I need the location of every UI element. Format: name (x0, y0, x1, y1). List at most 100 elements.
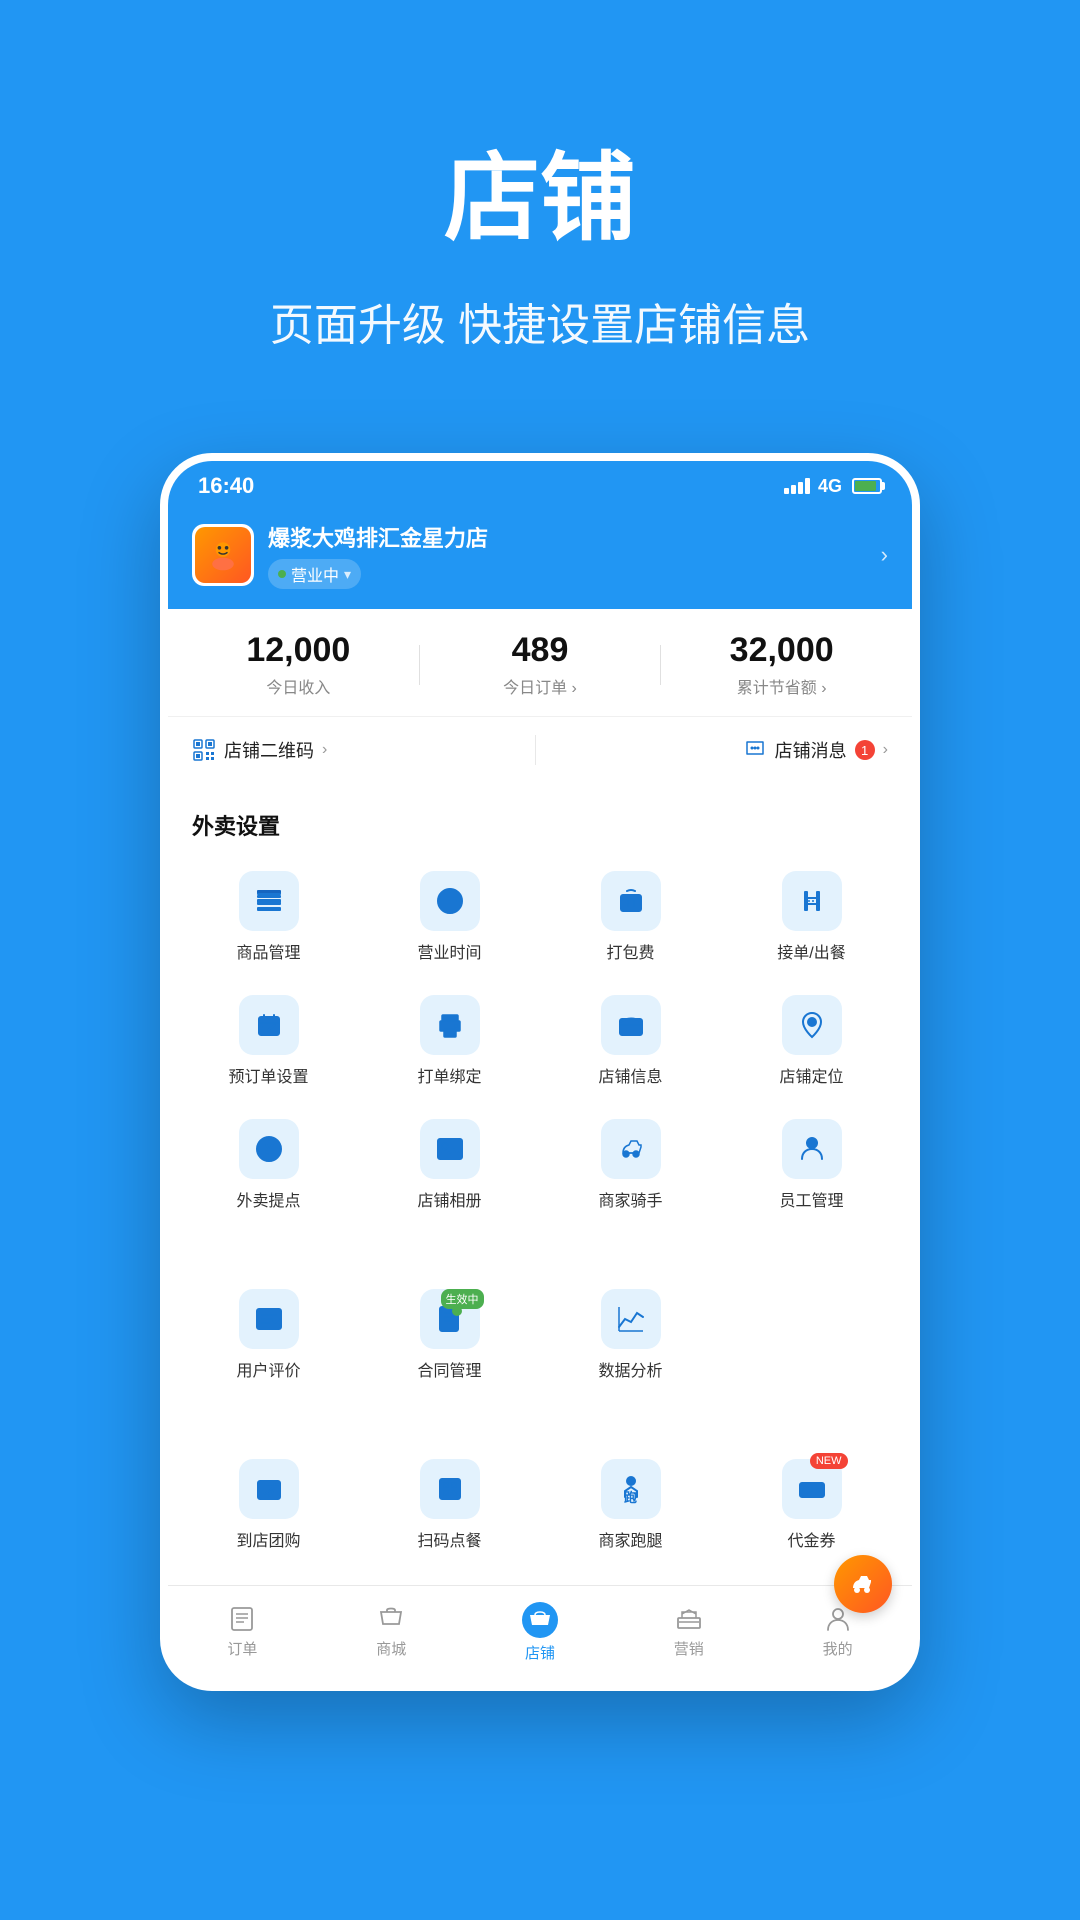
contract-badge: 生效中 (441, 1289, 484, 1309)
store-info-item[interactable]: 店铺信息 (540, 979, 721, 1103)
qr-code-action[interactable]: 店铺二维码 › (192, 737, 327, 763)
delivery-tip-item[interactable]: ¥ 外卖提点 (178, 1103, 359, 1227)
status-time: 16:40 (198, 473, 254, 499)
group-buy-icon: 才 (239, 1459, 299, 1519)
voucher-icon: NEW (782, 1459, 842, 1519)
packing-fee-icon (601, 871, 661, 931)
store-name: 爆浆大鸡排汇金星力店 (268, 521, 881, 553)
data-analytics-icon (601, 1289, 661, 1349)
delivery-tip-label: 外卖提点 (236, 1187, 300, 1211)
user-review-item[interactable]: 用户评价 (178, 1273, 359, 1397)
stat-savings[interactable]: 32,000 累计节省额 › (661, 631, 902, 698)
nav-marketing-icon (673, 1602, 705, 1634)
printer-bind-label: 打单绑定 (417, 1063, 481, 1087)
scan-order-icon (420, 1459, 480, 1519)
store-info-icon (601, 995, 661, 1055)
stats-card: 12,000 今日收入 489 今日订单 › 32,000 累计节省额 › (168, 609, 912, 717)
nav-mall-label: 商城 (376, 1638, 406, 1659)
order-accept-label: 接单/出餐 (777, 939, 845, 963)
nav-store-indicator (522, 1602, 558, 1638)
store-album-item[interactable]: 店铺相册 (359, 1103, 540, 1227)
pre-order-icon (239, 995, 299, 1055)
nav-marketing[interactable]: 营销 (614, 1602, 763, 1663)
hero-title: 店铺 (60, 120, 1020, 259)
packing-fee-label: 打包费 (606, 939, 654, 963)
phone-mockup: 16:40 4G (160, 453, 920, 1691)
nav-profile-label: 我的 (823, 1638, 853, 1659)
battery-icon (852, 478, 882, 494)
svg-text:才: 才 (263, 1482, 279, 1498)
delivery-section-title: 外卖设置 (178, 809, 902, 855)
contract-management-icon: 生效中 (420, 1289, 480, 1349)
bottom-nav: 订单 商城 (168, 1585, 912, 1683)
store-location-icon (782, 995, 842, 1055)
goods-management-item[interactable]: 商品管理 (178, 855, 359, 979)
staff-management-label: 员工管理 (779, 1187, 843, 1211)
stat-revenue-label: 今日收入 (178, 674, 419, 698)
marketing-icon-grid: 才 到店团购 (178, 1443, 902, 1567)
store-album-icon (420, 1119, 480, 1179)
status-dot (278, 570, 286, 578)
store-chevron-icon[interactable]: › (881, 542, 888, 568)
stat-orders-label: 今日订单 › (420, 674, 661, 698)
store-location-item[interactable]: 店铺定位 (721, 979, 902, 1103)
nav-mall-icon (375, 1602, 407, 1634)
phone-container: 16:40 4G (0, 413, 1080, 1691)
svg-text:跑: 跑 (624, 1490, 637, 1505)
store-location-label: 店铺定位 (779, 1063, 843, 1087)
printer-bind-item[interactable]: 打单绑定 (359, 979, 540, 1103)
store-status-badge[interactable]: 营业中 ▾ (268, 559, 361, 589)
delivery-section: 外卖设置 商品管理 (168, 791, 912, 1245)
data-analytics-label: 数据分析 (598, 1357, 662, 1381)
contract-management-item[interactable]: 生效中 合同管理 (359, 1273, 540, 1397)
merchant-errand-icon: 跑 (601, 1459, 661, 1519)
packing-fee-item[interactable]: 打包费 (540, 855, 721, 979)
merchant-errand-item[interactable]: 跑 商家跑腿 (540, 1443, 721, 1567)
merchant-rider-item[interactable]: 商家骑手 (540, 1103, 721, 1227)
store-details: 爆浆大鸡排汇金星力店 营业中 ▾ (268, 521, 881, 589)
business-hours-label: 营业时间 (417, 939, 481, 963)
nav-marketing-label: 营销 (674, 1638, 704, 1659)
nav-mall[interactable]: 商城 (317, 1602, 466, 1663)
store-header[interactable]: 爆浆大鸡排汇金星力店 营业中 ▾ › (168, 507, 912, 609)
voucher-item[interactable]: NEW 代金券 (721, 1443, 902, 1567)
merchant-rider-icon (601, 1119, 661, 1179)
store-status-label: 营业中 (291, 562, 339, 586)
scan-order-item[interactable]: 扫码点餐 (359, 1443, 540, 1567)
nav-store-label: 店铺 (525, 1642, 555, 1663)
management-section: 用户评价 生效中 合同管理 (168, 1255, 912, 1415)
quick-actions: 店铺二维码 › 店铺消息 1 › (168, 719, 912, 781)
voucher-label: 代金券 (787, 1527, 835, 1551)
data-analytics-item[interactable]: 数据分析 (540, 1273, 721, 1397)
delivery-tip-icon: ¥ (239, 1119, 299, 1179)
staff-management-item[interactable]: 员工管理 (721, 1103, 902, 1227)
contract-management-label: 合同管理 (417, 1357, 481, 1381)
fab-button[interactable] (834, 1555, 892, 1613)
printer-bind-icon (420, 995, 480, 1055)
store-info-label: 店铺信息 (598, 1063, 662, 1087)
message-action[interactable]: 店铺消息 1 › (743, 737, 888, 763)
pre-order-label: 预订单设置 (228, 1063, 308, 1087)
stat-revenue: 12,000 今日收入 (178, 631, 419, 698)
nav-profile[interactable]: 我的 (763, 1602, 912, 1663)
stat-revenue-value: 12,000 (178, 631, 419, 670)
nav-orders-icon (226, 1602, 258, 1634)
stat-savings-label: 累计节省额 › (661, 674, 902, 698)
user-review-label: 用户评价 (236, 1357, 300, 1381)
nav-orders-label: 订单 (227, 1638, 257, 1659)
scan-order-label: 扫码点餐 (417, 1527, 481, 1551)
signal-bars-icon (784, 478, 810, 494)
status-bar: 16:40 4G (168, 461, 912, 507)
group-buy-label: 到店团购 (236, 1527, 300, 1551)
stat-savings-value: 32,000 (661, 631, 902, 670)
stat-orders[interactable]: 489 今日订单 › (420, 631, 661, 698)
business-hours-item[interactable]: 营业时间 (359, 855, 540, 979)
store-info: 爆浆大鸡排汇金星力店 营业中 ▾ (192, 521, 881, 589)
group-buy-item[interactable]: 才 到店团购 (178, 1443, 359, 1567)
management-icon-grid: 用户评价 生效中 合同管理 (178, 1273, 902, 1397)
goods-management-label: 商品管理 (236, 939, 300, 963)
pre-order-item[interactable]: 预订单设置 (178, 979, 359, 1103)
order-accept-item[interactable]: 接单/出餐 (721, 855, 902, 979)
nav-store[interactable]: 店铺 (466, 1602, 615, 1663)
nav-orders[interactable]: 订单 (168, 1602, 317, 1663)
